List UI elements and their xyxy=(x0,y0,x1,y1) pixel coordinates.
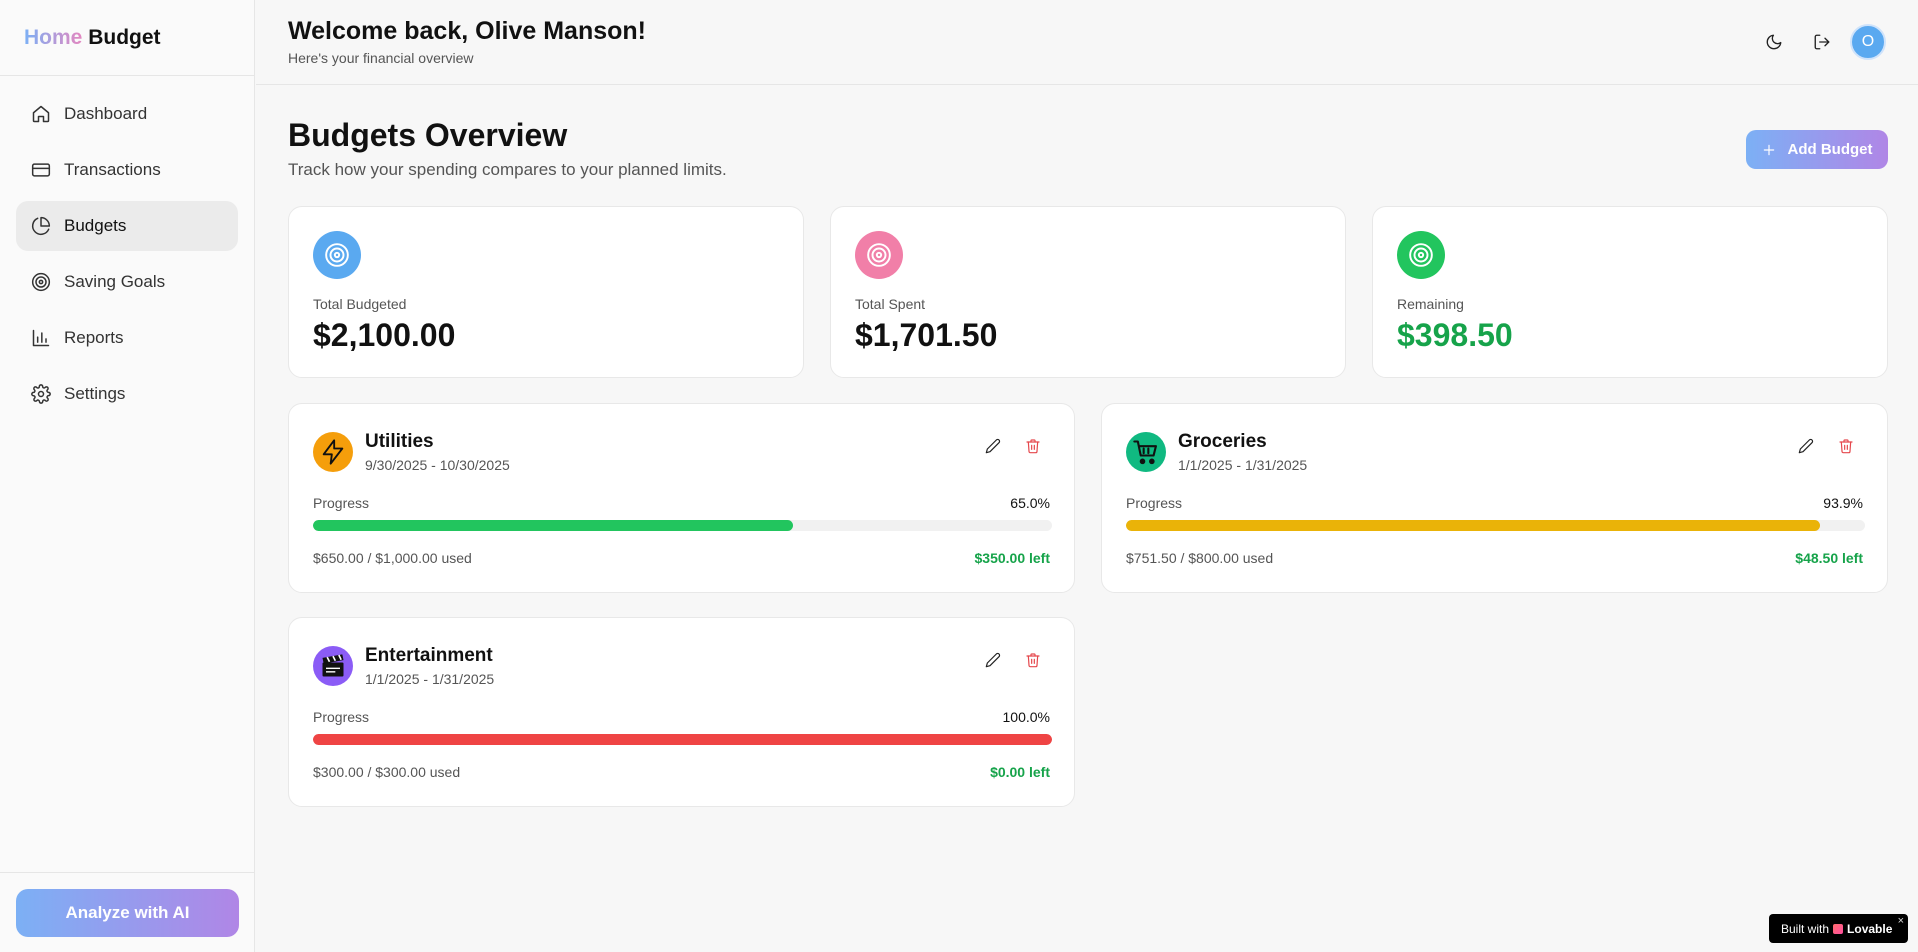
edit-budget-button[interactable] xyxy=(1792,432,1820,460)
budget-used: $650.00 / $1,000.00 used xyxy=(313,550,472,566)
budget-dates: 1/1/2025 - 1/31/2025 xyxy=(365,671,495,687)
target-icon xyxy=(31,272,51,292)
sidebar-item-dashboard[interactable]: Dashboard xyxy=(16,89,238,139)
badge-brand: Lovable xyxy=(1847,921,1893,936)
budget-left: $48.50 left xyxy=(1795,550,1863,566)
delete-budget-button[interactable] xyxy=(1832,432,1860,460)
logout-icon xyxy=(1814,34,1830,50)
budget-left: $0.00 left xyxy=(990,764,1050,780)
budget-dates: 1/1/2025 - 1/31/2025 xyxy=(1178,457,1308,473)
progress-fill xyxy=(1126,520,1820,531)
progress-percent: 100.0% xyxy=(1002,709,1050,725)
sidebar-item-label: Transactions xyxy=(64,160,161,179)
clapperboard-icon xyxy=(313,646,353,686)
trash-icon xyxy=(1026,439,1040,454)
built-with-lovable-badge[interactable]: Built with Lovable × xyxy=(1769,914,1908,943)
credit-card-icon xyxy=(31,160,51,180)
home-icon xyxy=(31,104,51,124)
trash-icon xyxy=(1839,439,1853,454)
budget-card-entertainment: Entertainment 1/1/2025 - 1/31/2025 Progr… xyxy=(288,617,1075,807)
stat-label: Remaining xyxy=(1397,296,1464,312)
progress-label: Progress xyxy=(313,709,370,725)
budget-dates: 9/30/2025 - 10/30/2025 xyxy=(365,457,510,473)
welcome-heading: Welcome back, Olive Manson! xyxy=(288,17,646,45)
theme-toggle-button[interactable] xyxy=(1756,24,1792,60)
pencil-icon xyxy=(1798,438,1814,454)
budget-name: Groceries xyxy=(1178,431,1267,452)
progress-fill xyxy=(313,734,1052,745)
progress-percent: 65.0% xyxy=(1010,495,1050,511)
sidebar-item-transactions[interactable]: Transactions xyxy=(16,145,238,195)
budget-name: Entertainment xyxy=(365,645,493,666)
stat-card-remaining: Remaining $398.50 xyxy=(1372,206,1888,378)
sidebar-item-label: Settings xyxy=(64,384,126,403)
sidebar-item-label: Dashboard xyxy=(64,104,148,123)
top-header: Welcome back, Olive Manson! Here's your … xyxy=(256,0,1918,85)
gear-icon xyxy=(31,384,51,404)
add-budget-label: Add Budget xyxy=(1787,141,1873,158)
logout-button[interactable] xyxy=(1804,24,1840,60)
budget-left: $350.00 left xyxy=(974,550,1051,566)
target-icon xyxy=(855,231,903,279)
stat-card-total-budgeted: Total Budgeted $2,100.00 xyxy=(288,206,804,378)
sidebar-footer: Analyze with AI xyxy=(0,872,255,952)
progress-fill xyxy=(313,520,794,531)
stat-label: Total Budgeted xyxy=(313,296,407,312)
sidebar-nav: Dashboard Transactions Budgets Saving Go… xyxy=(0,76,254,419)
shopping-cart-icon xyxy=(1126,432,1166,472)
pencil-icon xyxy=(985,652,1001,668)
trash-icon xyxy=(1026,653,1040,668)
lovable-logo-icon xyxy=(1833,923,1844,934)
page-subtitle: Track how your spending compares to your… xyxy=(288,160,727,179)
stat-value: $398.50 xyxy=(1397,317,1513,353)
target-icon xyxy=(1397,231,1445,279)
sidebar-item-label: Budgets xyxy=(64,216,127,235)
progress-bar xyxy=(313,520,1052,531)
budget-used: $300.00 / $300.00 used xyxy=(313,764,461,780)
sidebar-item-budgets[interactable]: Budgets xyxy=(16,201,238,251)
lightning-icon xyxy=(313,432,353,472)
add-budget-button[interactable]: Add Budget xyxy=(1746,130,1888,169)
progress-label: Progress xyxy=(1126,495,1183,511)
delete-budget-button[interactable] xyxy=(1019,432,1047,460)
edit-budget-button[interactable] xyxy=(979,432,1007,460)
sidebar-item-settings[interactable]: Settings xyxy=(16,369,238,419)
welcome-subtitle: Here's your financial overview xyxy=(288,50,474,66)
progress-label: Progress xyxy=(313,495,370,511)
budget-used: $751.50 / $800.00 used xyxy=(1126,550,1274,566)
stat-card-total-spent: Total Spent $1,701.50 xyxy=(830,206,1346,378)
moon-icon xyxy=(1766,34,1782,50)
progress-bar xyxy=(1126,520,1865,531)
pencil-icon xyxy=(985,438,1001,454)
budget-card-utilities: Utilities 9/30/2025 - 10/30/2025 Progres… xyxy=(288,403,1075,593)
progress-percent: 93.9% xyxy=(1823,495,1863,511)
sidebar-item-reports[interactable]: Reports xyxy=(16,313,238,363)
sidebar: Home Budget Dashboard Transactions Budge… xyxy=(0,0,255,952)
sidebar-item-label: Saving Goals xyxy=(64,272,166,291)
brand-logo[interactable]: Home Budget xyxy=(0,0,254,76)
progress-bar xyxy=(313,734,1052,745)
delete-budget-button[interactable] xyxy=(1019,646,1047,674)
target-icon xyxy=(313,231,361,279)
badge-prefix: Built with xyxy=(1781,921,1830,936)
stat-label: Total Spent xyxy=(855,296,926,312)
stat-value: $2,100.00 xyxy=(313,317,456,353)
stat-value: $1,701.50 xyxy=(855,317,998,353)
sidebar-item-label: Reports xyxy=(64,328,124,347)
brand-budget-text: Budget xyxy=(88,26,161,49)
brand-home-text: Home xyxy=(24,26,83,49)
bar-chart-icon xyxy=(31,328,51,348)
plus-icon xyxy=(1763,144,1774,155)
avatar[interactable]: O xyxy=(1850,24,1886,60)
budget-card-groceries: Groceries 1/1/2025 - 1/31/2025 Progress … xyxy=(1101,403,1888,593)
budget-name: Utilities xyxy=(365,431,434,452)
close-badge-button[interactable]: × xyxy=(1898,915,1904,927)
page-title: Budgets Overview xyxy=(288,117,568,153)
analyze-with-ai-button[interactable]: Analyze with AI xyxy=(16,889,239,937)
sidebar-item-saving-goals[interactable]: Saving Goals xyxy=(16,257,238,307)
edit-budget-button[interactable] xyxy=(979,646,1007,674)
pie-chart-icon xyxy=(31,216,51,236)
